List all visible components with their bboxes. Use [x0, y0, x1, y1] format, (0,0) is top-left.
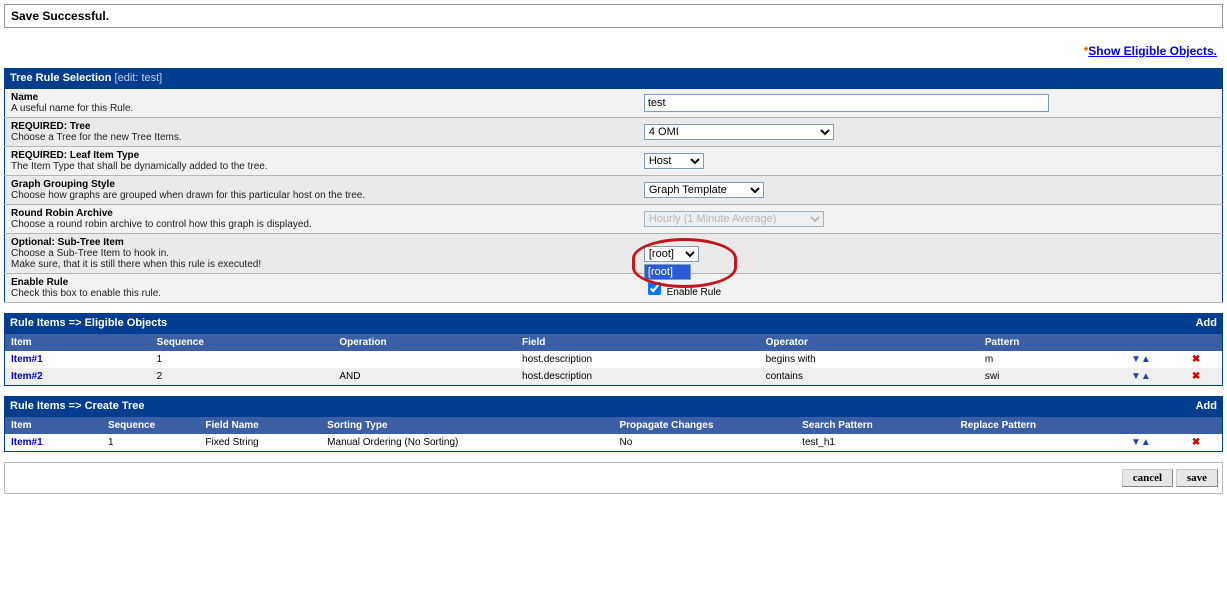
cancel-button[interactable]: cancel	[1122, 469, 1173, 487]
group-select[interactable]: Graph Template	[644, 182, 764, 198]
enable-label: Enable Rule	[11, 277, 632, 288]
show-eligible-link[interactable]: Show Eligible Objects.	[1088, 44, 1217, 58]
createtree-table: Item Sequence Field Name Sorting Type Pr…	[4, 416, 1223, 452]
name-input[interactable]	[644, 94, 1049, 112]
enable-checkbox-label: Enable Rule	[667, 287, 721, 298]
move-down-icon[interactable]: ▼	[1131, 354, 1141, 365]
leaf-desc: The Item Type that shall be dynamically …	[11, 161, 632, 172]
group-desc: Choose how graphs are grouped when drawn…	[11, 190, 632, 201]
move-up-icon[interactable]: ▲	[1141, 371, 1151, 382]
rra-select: Hourly (1 Minute Average)	[644, 211, 824, 227]
eligible-item-link[interactable]: Item#1	[11, 354, 43, 365]
table-row: Item#1 1 Fixed String Manual Ordering (N…	[5, 434, 1223, 452]
selection-form: NameA useful name for this Rule. REQUIRE…	[4, 88, 1223, 303]
tree-select[interactable]: 4 OMI	[644, 124, 834, 140]
eligible-header: Rule Items => Eligible Objects Add	[4, 313, 1223, 333]
name-desc: A useful name for this Rule.	[11, 103, 632, 114]
subtree-select[interactable]: [root]	[644, 246, 699, 262]
move-down-icon[interactable]: ▼	[1131, 437, 1141, 448]
delete-icon[interactable]: ✖	[1192, 371, 1200, 382]
status-message: Save Successful.	[4, 4, 1223, 28]
createtree-add-link[interactable]: Add	[1196, 400, 1217, 412]
enable-desc: Check this box to enable this rule.	[11, 288, 632, 299]
createtree-columns: Item Sequence Field Name Sorting Type Pr…	[5, 417, 1223, 435]
eligible-columns: Item Sequence Operation Field Operator P…	[5, 334, 1223, 352]
save-button[interactable]: save	[1176, 469, 1218, 487]
rra-label: Round Robin Archive	[11, 208, 632, 219]
move-up-icon[interactable]: ▲	[1141, 354, 1151, 365]
subtree-desc: Choose a Sub-Tree Item to hook in.	[11, 248, 632, 259]
table-row: Item#2 2 AND host.description contains s…	[5, 368, 1223, 386]
eligible-add-link[interactable]: Add	[1196, 317, 1217, 329]
name-label: Name	[11, 92, 632, 103]
group-label: Graph Grouping Style	[11, 179, 632, 190]
subtree-desc2: Make sure, that it is still there when t…	[11, 259, 632, 270]
move-up-icon[interactable]: ▲	[1141, 437, 1151, 448]
table-row: Item#1 1 host.description begins with m …	[5, 351, 1223, 368]
enable-checkbox[interactable]	[648, 282, 661, 295]
eligible-table: Item Sequence Operation Field Operator P…	[4, 333, 1223, 386]
selection-header: Tree Rule Selection [edit: test]	[4, 68, 1223, 88]
button-row: cancel save	[4, 462, 1223, 494]
rra-desc: Choose a round robin archive to control …	[11, 219, 632, 230]
leaf-select[interactable]: Host	[644, 153, 704, 169]
subtree-label: Optional: Sub-Tree Item	[11, 237, 632, 248]
tree-desc: Choose a Tree for the new Tree Items.	[11, 132, 632, 143]
eligible-item-link[interactable]: Item#2	[11, 371, 43, 382]
createtree-header: Rule Items => Create Tree Add	[4, 396, 1223, 416]
delete-icon[interactable]: ✖	[1192, 437, 1200, 448]
subtree-option-root[interactable]: [root]	[645, 265, 690, 279]
createtree-item-link[interactable]: Item#1	[11, 437, 43, 448]
delete-icon[interactable]: ✖	[1192, 354, 1200, 365]
move-down-icon[interactable]: ▼	[1131, 371, 1141, 382]
leaf-label: REQUIRED: Leaf Item Type	[11, 150, 632, 161]
tree-label: REQUIRED: Tree	[11, 121, 632, 132]
